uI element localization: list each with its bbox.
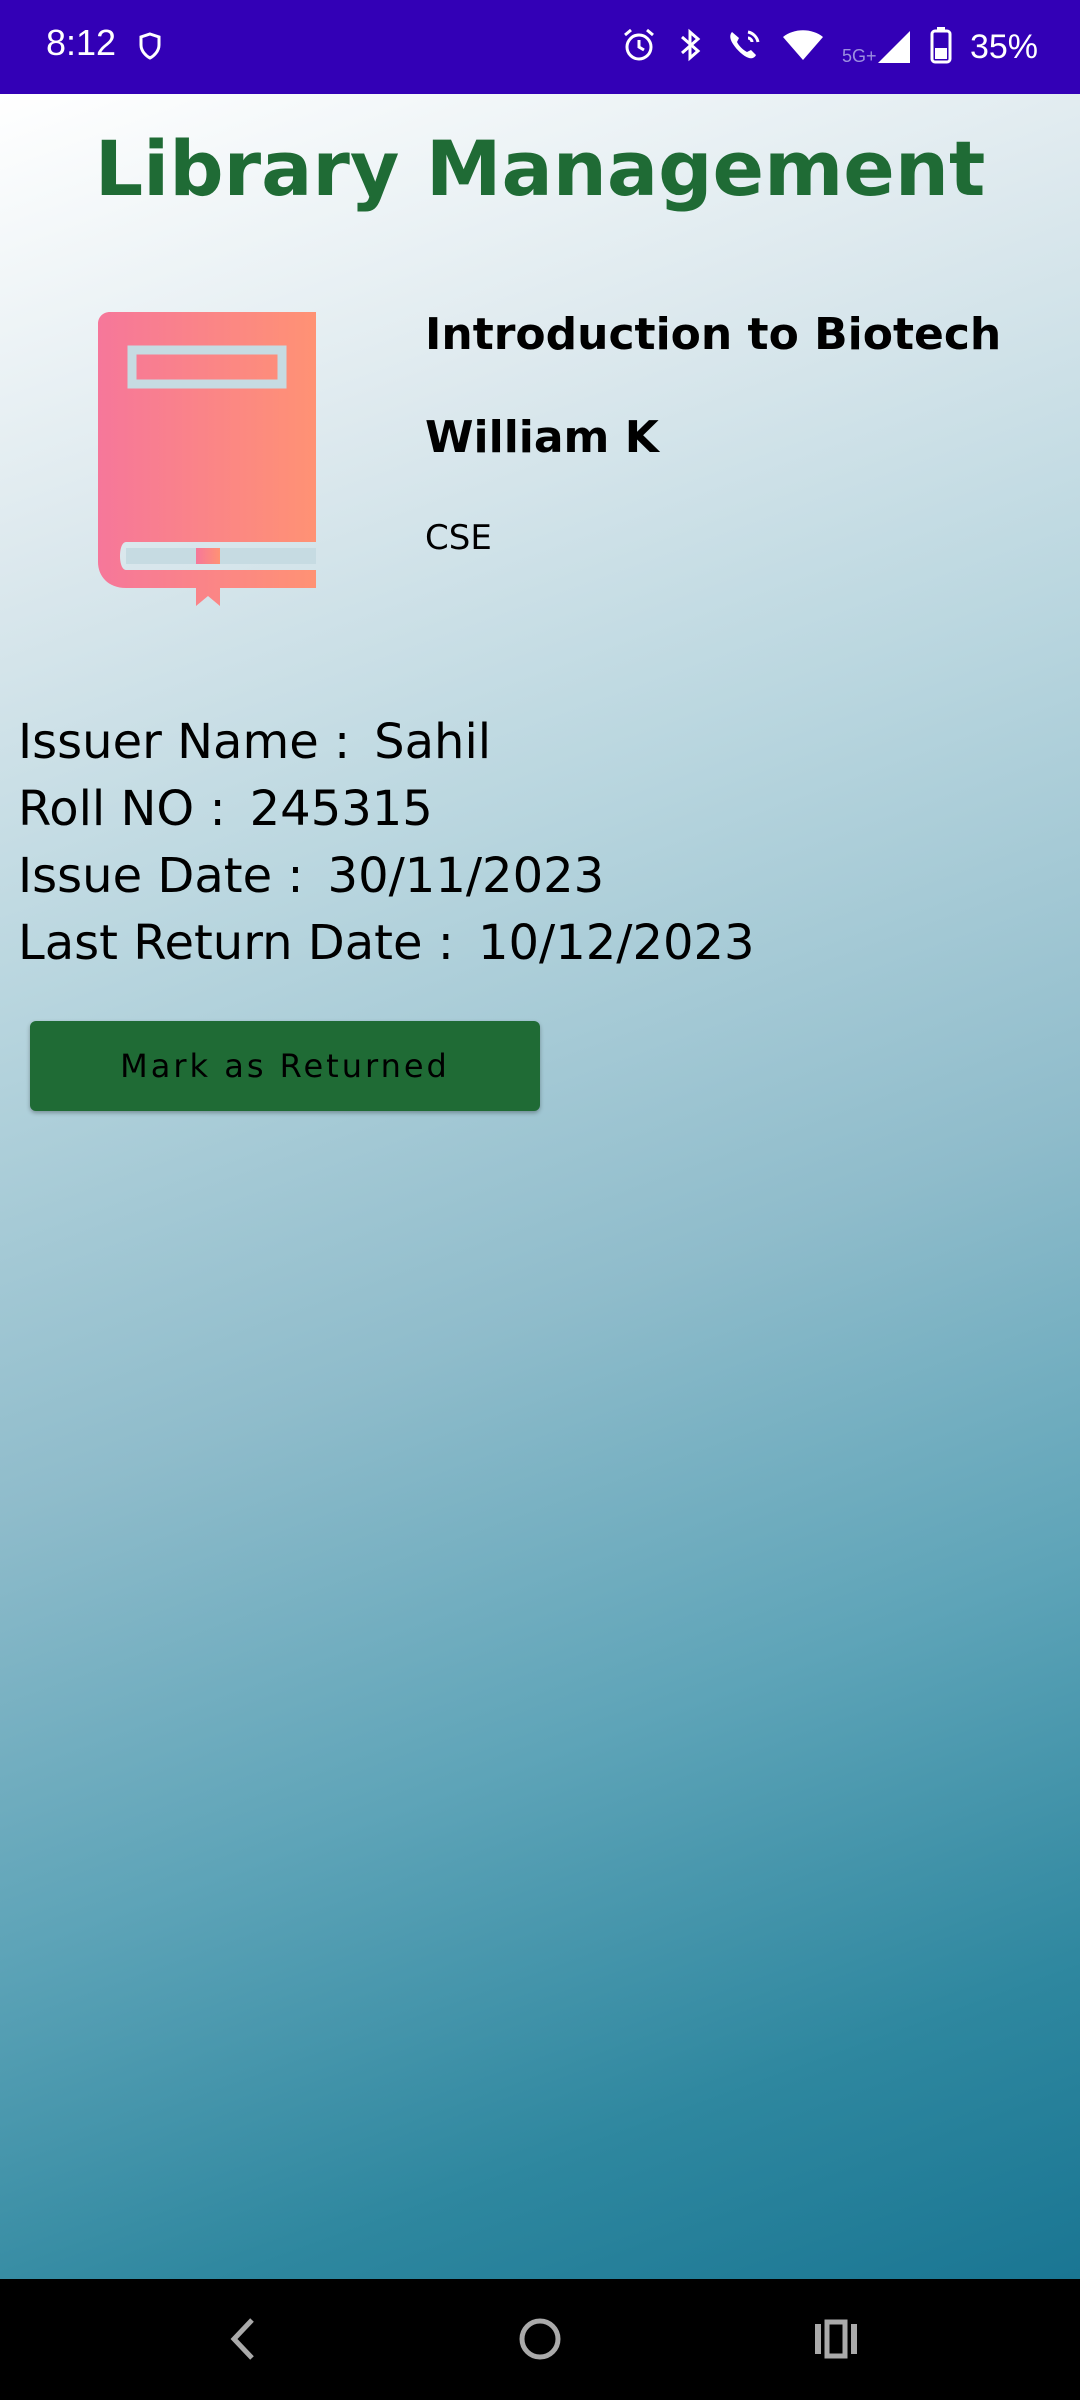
issuer-name-label: Issuer Name : [18,714,351,770]
roll-no-label: Roll NO : [18,781,226,837]
issuer-name-row: Issuer Name : Sahil [18,714,491,770]
battery-percent: 35% [969,27,1038,66]
last-return-date-row: Last Return Date : 10/12/2023 [18,915,755,971]
signal-icon: 5G+ [842,27,912,67]
shield-icon [138,32,162,65]
mark-as-returned-button[interactable]: Mark as Returned [30,1021,540,1111]
wifi-calling-icon [724,26,764,69]
book-department: CSE [425,518,492,558]
issuer-name-value: Sahil [374,714,492,770]
page-title: Library Management [94,124,986,213]
battery-icon [930,26,952,69]
navigation-bar [0,2279,1080,2400]
roll-no-value: 245315 [249,781,433,837]
issue-date-row: Issue Date : 30/11/2023 [18,848,604,904]
wifi-icon [782,28,824,67]
network-label: 5G+ [841,46,877,66]
status-bar: 8:12 5G+ 35% [0,0,1080,94]
back-icon[interactable] [212,2309,272,2369]
status-time: 8:12 [46,22,117,63]
bluetooth-icon [676,26,706,69]
book-author: William K [425,412,659,463]
recents-icon[interactable] [806,2309,866,2369]
issue-date-value: 30/11/2023 [327,848,605,904]
book-icon [96,312,320,617]
book-title: Introduction to Biotech [425,309,1002,360]
home-icon[interactable] [510,2309,570,2369]
alarm-icon [620,26,658,69]
roll-no-row: Roll NO : 245315 [18,781,433,837]
last-return-date-value: 10/12/2023 [477,915,755,971]
last-return-date-label: Last Return Date : [18,915,454,971]
issue-date-label: Issue Date : [18,848,304,904]
main-content: Library Management Introduction to Biote… [0,94,1080,2279]
